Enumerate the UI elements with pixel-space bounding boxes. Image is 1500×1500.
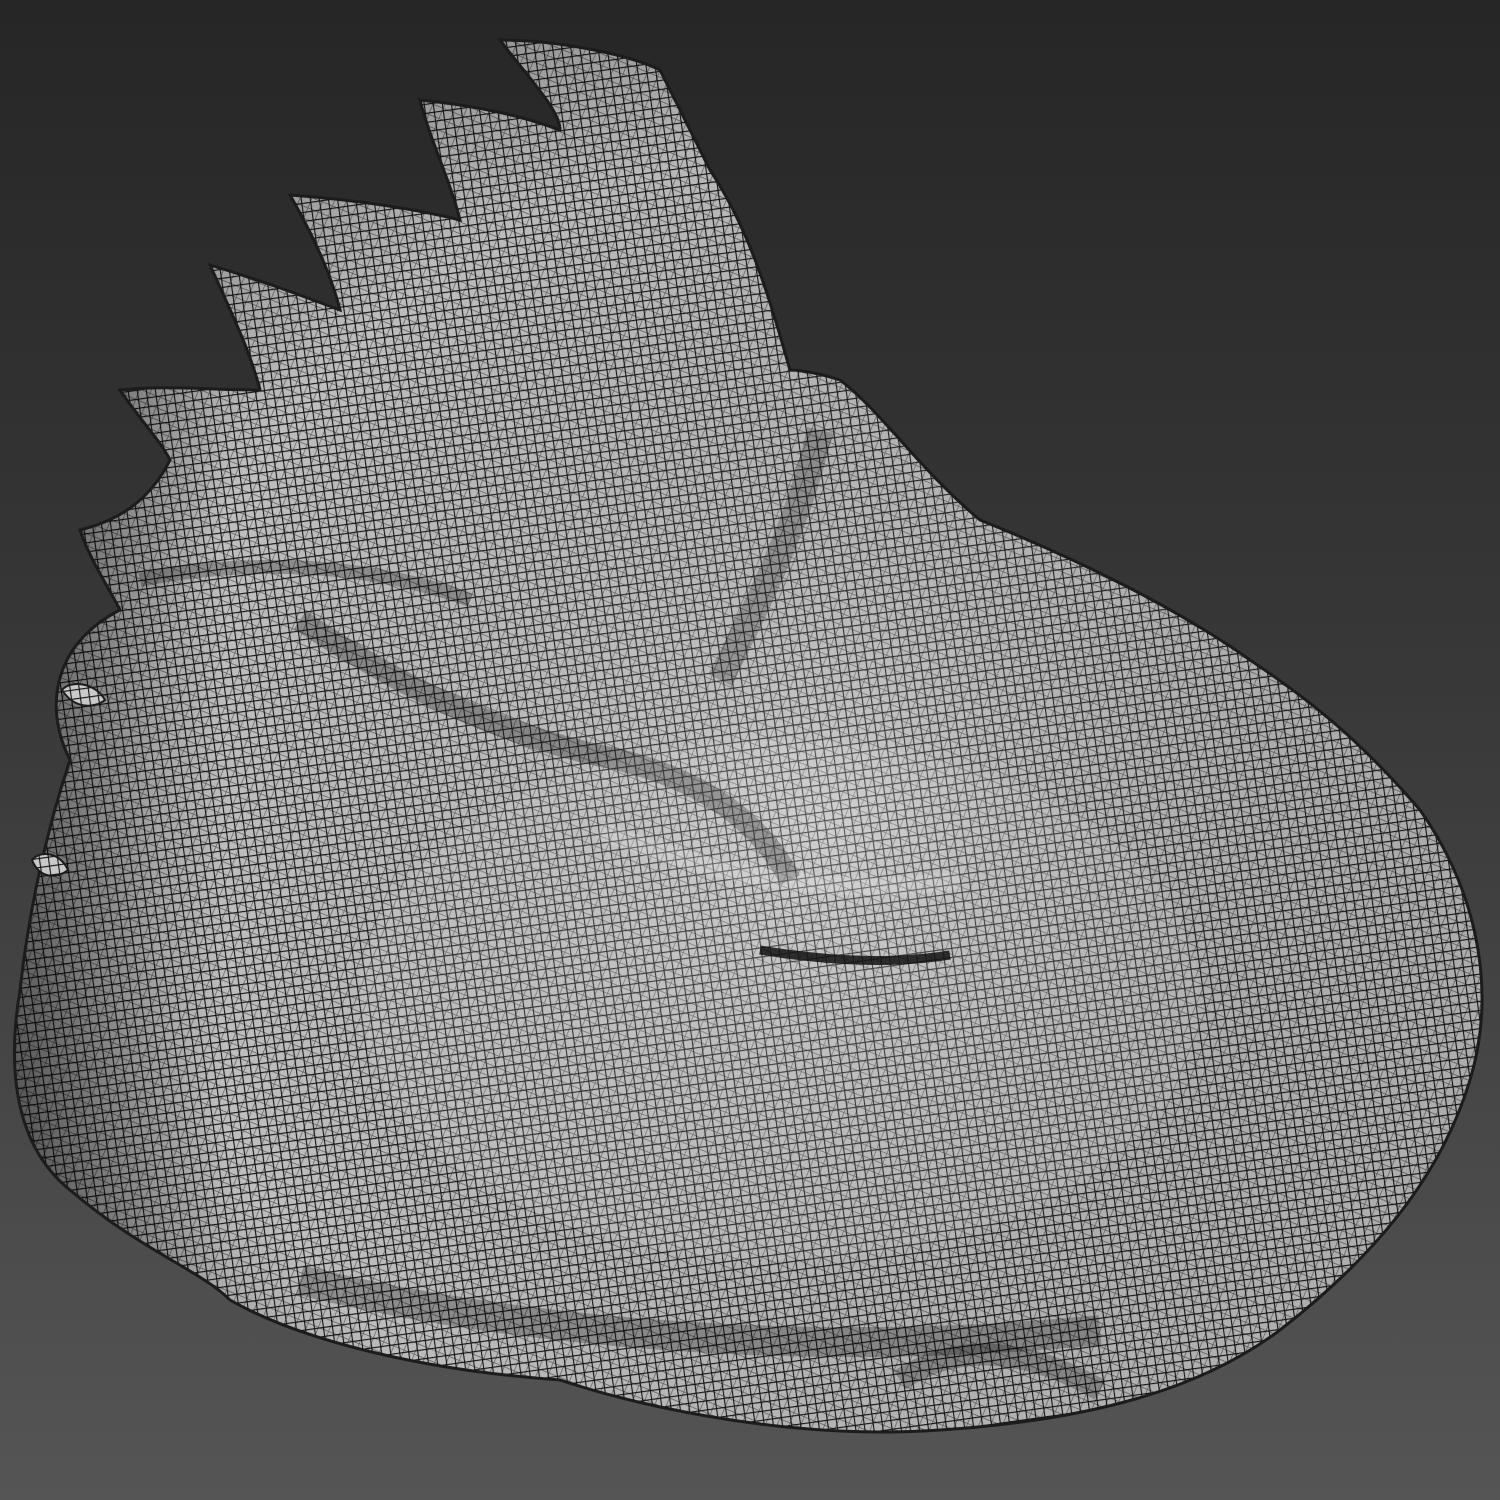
mesh-render [12,38,1484,1434]
mesh-body [14,40,1482,1432]
3d-viewport[interactable] [0,0,1500,1500]
